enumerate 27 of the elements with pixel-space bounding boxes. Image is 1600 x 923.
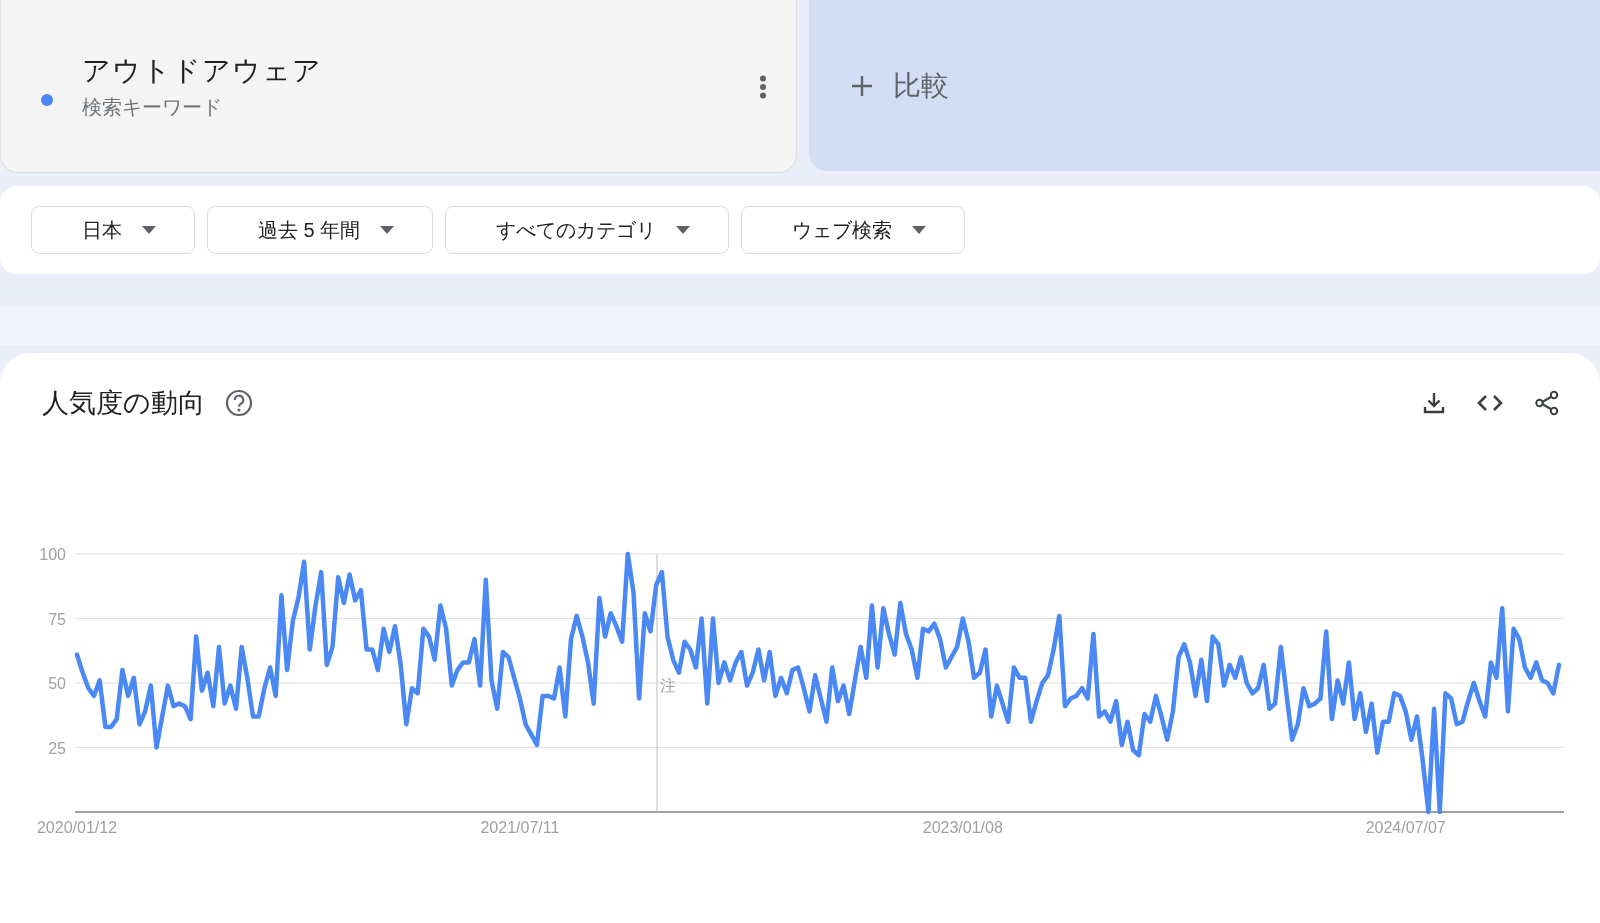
- y-axis-label: 100: [39, 546, 66, 563]
- filter-dropdown[interactable]: 日本: [31, 206, 195, 254]
- x-axis-label: 2021/07/11: [480, 819, 560, 836]
- y-axis-label: 75: [48, 610, 66, 628]
- annotation: 注: [660, 677, 676, 694]
- filter-dropdown[interactable]: ウェブ検索: [741, 206, 966, 254]
- search-term: アウトドアウェア: [82, 53, 323, 88]
- filter-dropdown[interactable]: すべてのカテゴリ: [445, 206, 730, 254]
- filter-dropdown[interactable]: 過去 5 年間: [207, 206, 434, 254]
- help-icon[interactable]: [225, 389, 253, 417]
- y-axis-label: 50: [48, 675, 66, 692]
- search-term-type: 検索キーワード: [82, 94, 223, 120]
- x-axis-label: 2023/01/08: [922, 819, 1003, 836]
- caret-icon: [676, 226, 691, 234]
- plus-icon: [851, 74, 873, 97]
- download-icon[interactable]: [1422, 391, 1446, 415]
- caret-icon: [142, 226, 156, 234]
- series-dot: [41, 94, 53, 106]
- more-icon[interactable]: [759, 75, 767, 99]
- chart-title: 人気度の動向: [42, 387, 205, 420]
- y-axis-label: 25: [48, 739, 66, 757]
- caret-icon: [380, 226, 395, 234]
- compare-button[interactable]: 比較: [847, 62, 953, 109]
- x-axis-label: 2024/07/07: [1365, 819, 1446, 836]
- x-axis-label: 2020/01/12: [36, 819, 118, 836]
- caret-icon: [912, 226, 927, 234]
- share-icon[interactable]: [1534, 390, 1560, 416]
